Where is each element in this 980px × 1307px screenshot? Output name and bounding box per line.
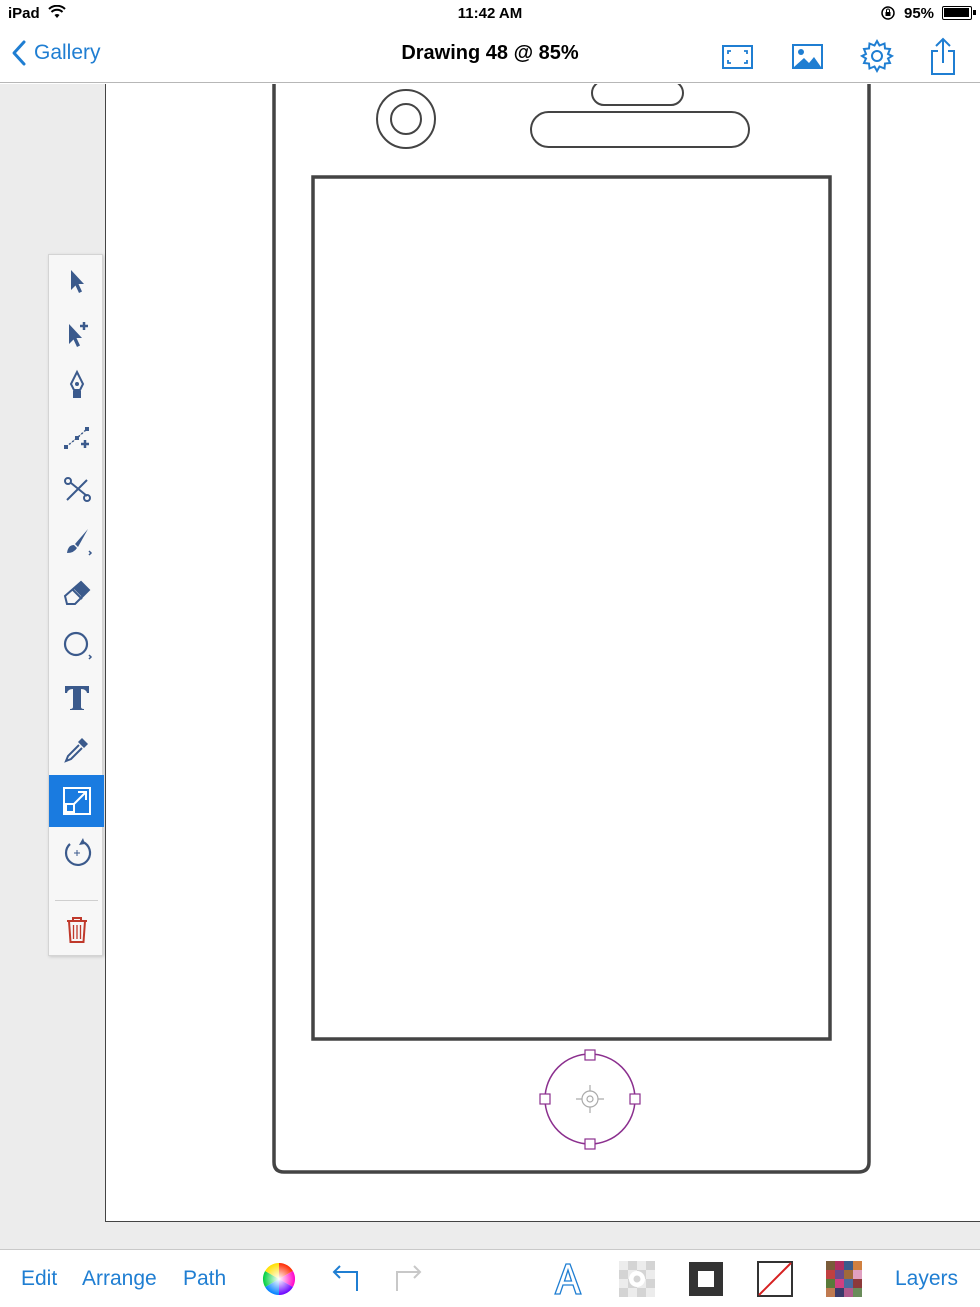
trash-icon xyxy=(66,917,87,943)
settings-button[interactable] xyxy=(857,36,897,76)
stroke-none-icon xyxy=(757,1261,793,1297)
undo-icon xyxy=(332,1265,358,1291)
color-picker-button[interactable] xyxy=(261,1261,297,1297)
swatches-button[interactable] xyxy=(826,1261,862,1297)
selection-center-marker xyxy=(576,1085,604,1113)
rotation-lock-icon xyxy=(880,5,896,25)
phone-top-button xyxy=(591,84,684,106)
scale-tool[interactable] xyxy=(49,775,104,827)
selection-handle-top xyxy=(584,1049,596,1061)
share-icon xyxy=(931,37,955,75)
insert-image-button[interactable] xyxy=(787,36,827,76)
undo-button[interactable] xyxy=(327,1261,363,1297)
arrow-icon xyxy=(70,270,84,293)
fill-swatch-icon xyxy=(689,1262,723,1296)
document-title: Drawing 48 @ 85% xyxy=(401,42,579,64)
rotate-tool[interactable] xyxy=(49,827,104,879)
arrow-plus-icon xyxy=(68,322,88,347)
eraser-icon xyxy=(63,580,90,605)
palette-divider xyxy=(55,900,98,901)
selection-handle-right xyxy=(629,1093,641,1105)
selection-handle-left xyxy=(539,1093,551,1105)
fill-color-button[interactable] xyxy=(688,1261,724,1297)
anchor-add-icon xyxy=(63,427,89,449)
swatch-grid-icon xyxy=(826,1261,862,1297)
battery-fill xyxy=(944,8,969,17)
phone-camera-outer xyxy=(376,89,436,149)
battery-icon xyxy=(942,6,976,20)
shadow-checker-icon xyxy=(619,1261,655,1297)
pen-nib-icon xyxy=(69,369,84,398)
shadow-button[interactable] xyxy=(619,1261,655,1297)
brush-icon xyxy=(66,529,92,556)
redo-icon xyxy=(396,1265,422,1291)
text-T-icon xyxy=(64,686,89,710)
fullscreen-icon xyxy=(722,45,753,69)
eyedropper-icon xyxy=(63,738,88,763)
select-tool[interactable] xyxy=(49,255,104,307)
pen-tool[interactable] xyxy=(49,359,104,411)
brush-tool[interactable] xyxy=(49,515,104,567)
phone-body-outline xyxy=(272,84,871,1174)
text-tool[interactable] xyxy=(49,671,104,723)
selection-handle-bottom xyxy=(584,1138,596,1150)
arrange-menu-button[interactable]: Arrange xyxy=(82,1267,157,1291)
phone-screen xyxy=(311,175,832,1041)
share-button[interactable] xyxy=(923,36,963,76)
scissors-tool[interactable] xyxy=(49,463,104,515)
add-anchor-tool[interactable] xyxy=(49,411,104,463)
gear-icon xyxy=(859,38,895,74)
tool-palette xyxy=(48,254,104,956)
font-A-icon xyxy=(554,1263,582,1295)
clock: 11:42 AM xyxy=(457,5,523,22)
rotate-icon xyxy=(64,838,91,866)
phone-camera-inner xyxy=(390,103,422,135)
status-bar: iPad 11:42 AM 95% xyxy=(0,0,980,28)
shape-tool[interactable] xyxy=(49,619,104,671)
drawing-canvas[interactable] xyxy=(105,84,980,1222)
battery-percent: 95% xyxy=(904,5,935,22)
color-wheel-icon xyxy=(262,1263,296,1295)
eraser-tool[interactable] xyxy=(49,567,104,619)
image-icon xyxy=(792,44,823,69)
redo-button[interactable] xyxy=(391,1261,427,1297)
fullscreen-button[interactable] xyxy=(717,36,757,76)
layers-button[interactable]: Layers xyxy=(895,1267,958,1291)
font-button[interactable] xyxy=(550,1261,586,1297)
stroke-color-button[interactable] xyxy=(757,1261,793,1297)
path-menu-button[interactable]: Path xyxy=(183,1267,226,1291)
delete-tool[interactable] xyxy=(49,903,104,955)
phone-speaker xyxy=(530,111,750,148)
node-select-tool[interactable] xyxy=(49,307,104,359)
drawing-artwork xyxy=(272,84,871,1174)
scale-icon xyxy=(62,787,91,815)
bottom-toolbar: Edit Arrange Path Layers xyxy=(0,1249,980,1307)
eyedropper-tool[interactable] xyxy=(49,723,104,775)
home-button-selected xyxy=(544,1053,636,1145)
navigation-bar: Gallery Drawing 48 @ 85% xyxy=(0,28,980,83)
edit-menu-button[interactable]: Edit xyxy=(21,1267,57,1291)
scissors-icon xyxy=(63,477,91,502)
workspace xyxy=(0,84,980,1249)
circle-icon xyxy=(63,631,92,660)
